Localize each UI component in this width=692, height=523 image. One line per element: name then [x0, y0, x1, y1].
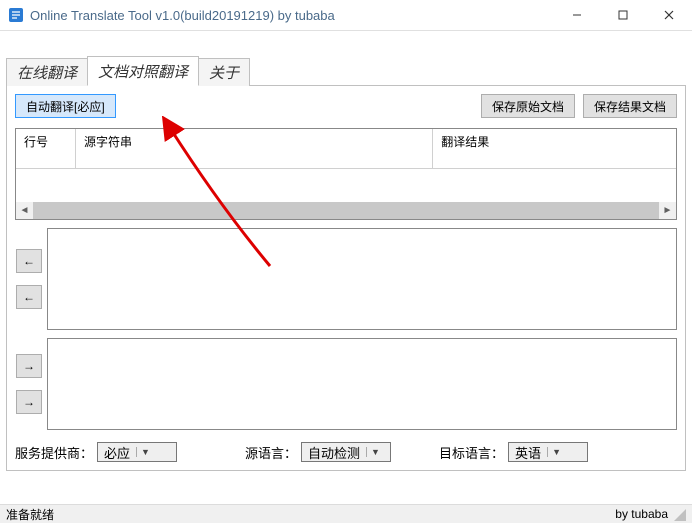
scroll-thumb[interactable] [33, 202, 659, 219]
chevron-down-icon: ▼ [366, 447, 380, 457]
save-source-doc-button[interactable]: 保存原始文档 [481, 94, 575, 118]
toolbar: 自动翻译[必应] 保存原始文档 保存结果文档 [15, 94, 677, 118]
chevron-down-icon: ▼ [547, 447, 561, 457]
source-lang-select[interactable]: 自动检测 ▼ [301, 442, 391, 462]
table-h-scrollbar[interactable]: ◄ ► [16, 202, 676, 219]
status-text: 准备就绪 [6, 506, 54, 523]
status-bar: 准备就绪 by tubaba [0, 504, 692, 523]
minimize-button[interactable] [554, 0, 600, 30]
tab-about[interactable]: 关于 [198, 58, 250, 86]
target-lang-value: 英语 [515, 443, 541, 462]
column-header-translation-result[interactable]: 翻译结果 [433, 129, 676, 169]
window-title: Online Translate Tool v1.0(build20191219… [30, 8, 554, 23]
move-down-button-2[interactable]: → [16, 390, 42, 414]
app-icon [8, 7, 24, 23]
translation-table[interactable]: 行号 源字符串 翻译结果 ◄ ► [15, 128, 677, 220]
source-text-area[interactable] [47, 228, 677, 330]
maximize-button[interactable] [600, 0, 646, 30]
target-lang-select[interactable]: 英语 ▼ [508, 442, 588, 462]
save-result-doc-button[interactable]: 保存结果文档 [583, 94, 677, 118]
move-down-button-1[interactable]: → [16, 354, 42, 378]
arrow-left-icon: ← [23, 254, 35, 268]
result-text-area[interactable] [47, 338, 677, 430]
provider-select[interactable]: 必应 ▼ [97, 442, 177, 462]
source-lang-label: 源语言： [245, 443, 297, 462]
arrow-right-icon: → [23, 395, 35, 409]
column-header-source-string[interactable]: 源字符串 [76, 129, 433, 169]
auto-translate-button[interactable]: 自动翻译[必应] [15, 94, 116, 118]
move-up-button-2[interactable]: ← [16, 285, 42, 309]
target-lang-label: 目标语言： [439, 443, 504, 462]
status-author: by tubaba [615, 507, 668, 521]
source-lang-value: 自动检测 [308, 443, 360, 462]
move-up-button-1[interactable]: ← [16, 249, 42, 273]
provider-label: 服务提供商： [15, 443, 93, 462]
window-controls [554, 0, 692, 30]
close-button[interactable] [646, 0, 692, 30]
scroll-left-icon[interactable]: ◄ [16, 202, 33, 219]
tab-panel-document: 自动翻译[必应] 保存原始文档 保存结果文档 行号 源字符串 翻译结果 ◄ ► … [6, 86, 686, 471]
arrow-right-icon: → [23, 359, 35, 373]
resize-grip-icon[interactable] [672, 507, 686, 521]
title-bar: Online Translate Tool v1.0(build20191219… [0, 0, 692, 31]
scroll-right-icon[interactable]: ► [659, 202, 676, 219]
chevron-down-icon: ▼ [136, 447, 150, 457]
arrow-left-icon: ← [23, 290, 35, 304]
provider-value: 必应 [104, 443, 130, 462]
column-header-line-number[interactable]: 行号 [16, 129, 76, 169]
config-row: 服务提供商： 必应 ▼ 源语言： 自动检测 ▼ 目标语言： 英语 ▼ [15, 442, 677, 462]
tab-strip: 在线翻译 文档对照翻译 关于 [6, 57, 686, 86]
tab-online-translate[interactable]: 在线翻译 [6, 58, 88, 86]
tab-document-compare-translate[interactable]: 文档对照翻译 [87, 56, 199, 86]
